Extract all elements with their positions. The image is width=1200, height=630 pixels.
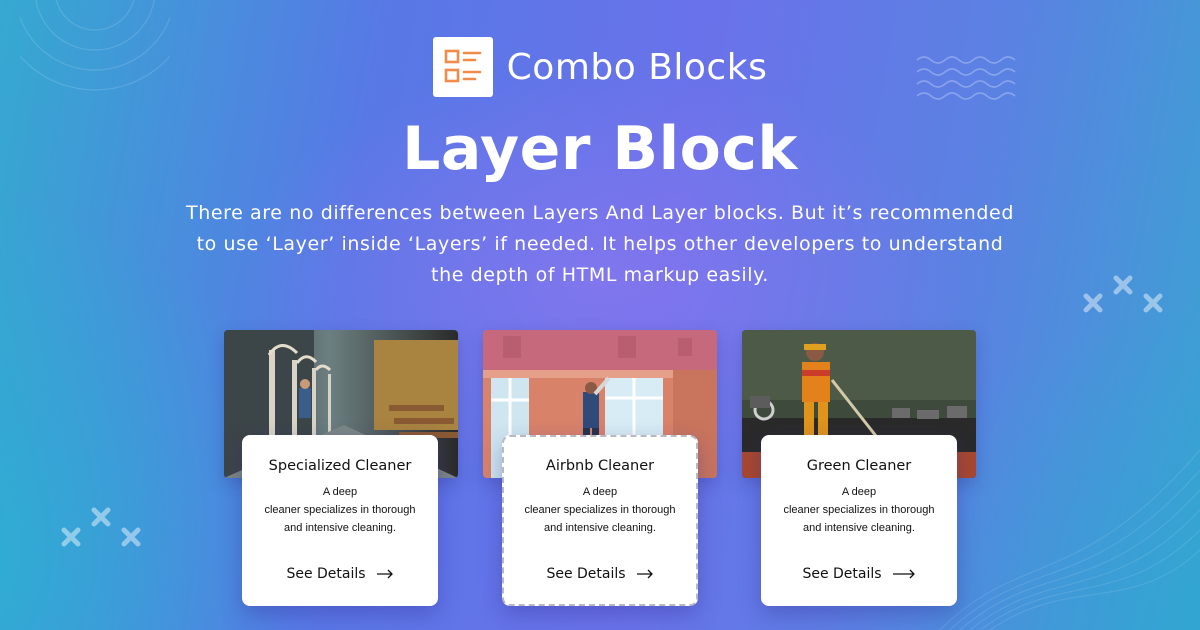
intro-line: There are no differences between Layers … bbox=[186, 202, 1014, 224]
card-description-line: and intensive cleaning. bbox=[284, 522, 396, 534]
flowing-lines-decoration bbox=[940, 449, 1200, 630]
intro-line: the depth of HTML markup easily. bbox=[431, 264, 769, 286]
card-description-line: cleaner specializes in thorough bbox=[783, 504, 935, 516]
arrow-right-icon bbox=[636, 569, 653, 579]
list-layout-icon bbox=[432, 37, 493, 97]
card-title: Airbnb Cleaner bbox=[545, 458, 655, 474]
brand-header: Combo Blocks bbox=[0, 37, 1200, 97]
service-card-airbnb-cleaner: Airbnb Cleaner A deep cleaner specialize… bbox=[502, 435, 698, 606]
card-title: Specialized Cleaner bbox=[268, 458, 412, 474]
card-description-line: and intensive cleaning. bbox=[544, 522, 656, 534]
card-description-line: A deep bbox=[582, 486, 618, 498]
card-description: A deep cleaner specializes in thorough a… bbox=[250, 483, 430, 537]
service-card-green-cleaner: Green Cleaner A deep cleaner specializes… bbox=[761, 435, 957, 606]
brand-name: Combo Blocks bbox=[506, 46, 768, 88]
page-title: Layer Block bbox=[402, 114, 798, 184]
intro-line: to use ‘Layer’ inside ‘Layers’ if needed… bbox=[196, 233, 1004, 255]
card-description-line: A deep bbox=[322, 486, 358, 498]
card-description: A deep cleaner specializes in thorough a… bbox=[512, 483, 688, 537]
card-description: A deep cleaner specializes in thorough a… bbox=[769, 483, 949, 537]
card-description-line: cleaner specializes in thorough bbox=[264, 504, 416, 516]
see-details-label: See Details bbox=[286, 566, 366, 582]
cross-marks-decoration bbox=[1083, 275, 1163, 313]
cross-marks-decoration bbox=[61, 507, 141, 547]
arrow-right-icon bbox=[376, 569, 393, 579]
see-details-label: See Details bbox=[802, 566, 882, 582]
see-details-link[interactable]: See Details bbox=[242, 566, 438, 582]
card-description-line: A deep bbox=[841, 486, 877, 498]
card-description-line: cleaner specializes in thorough bbox=[524, 504, 676, 516]
long-arrow-right-icon bbox=[892, 569, 915, 579]
see-details-link[interactable]: See Details bbox=[761, 566, 957, 582]
card-title: Green Cleaner bbox=[806, 458, 912, 474]
card-description-line: and intensive cleaning. bbox=[803, 522, 915, 534]
intro-paragraph: There are no differences between Layers … bbox=[180, 198, 1020, 291]
see-details-link[interactable]: See Details bbox=[504, 566, 696, 582]
service-card-specialized-cleaner: Specialized Cleaner A deep cleaner speci… bbox=[242, 435, 438, 606]
see-details-label: See Details bbox=[546, 566, 626, 582]
